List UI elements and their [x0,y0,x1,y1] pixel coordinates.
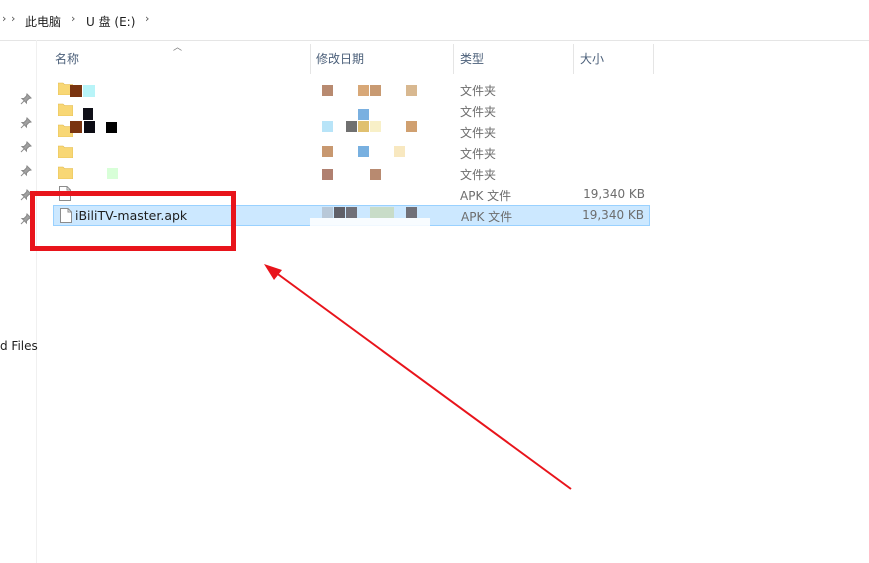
arrow-annotation [264,264,572,490]
